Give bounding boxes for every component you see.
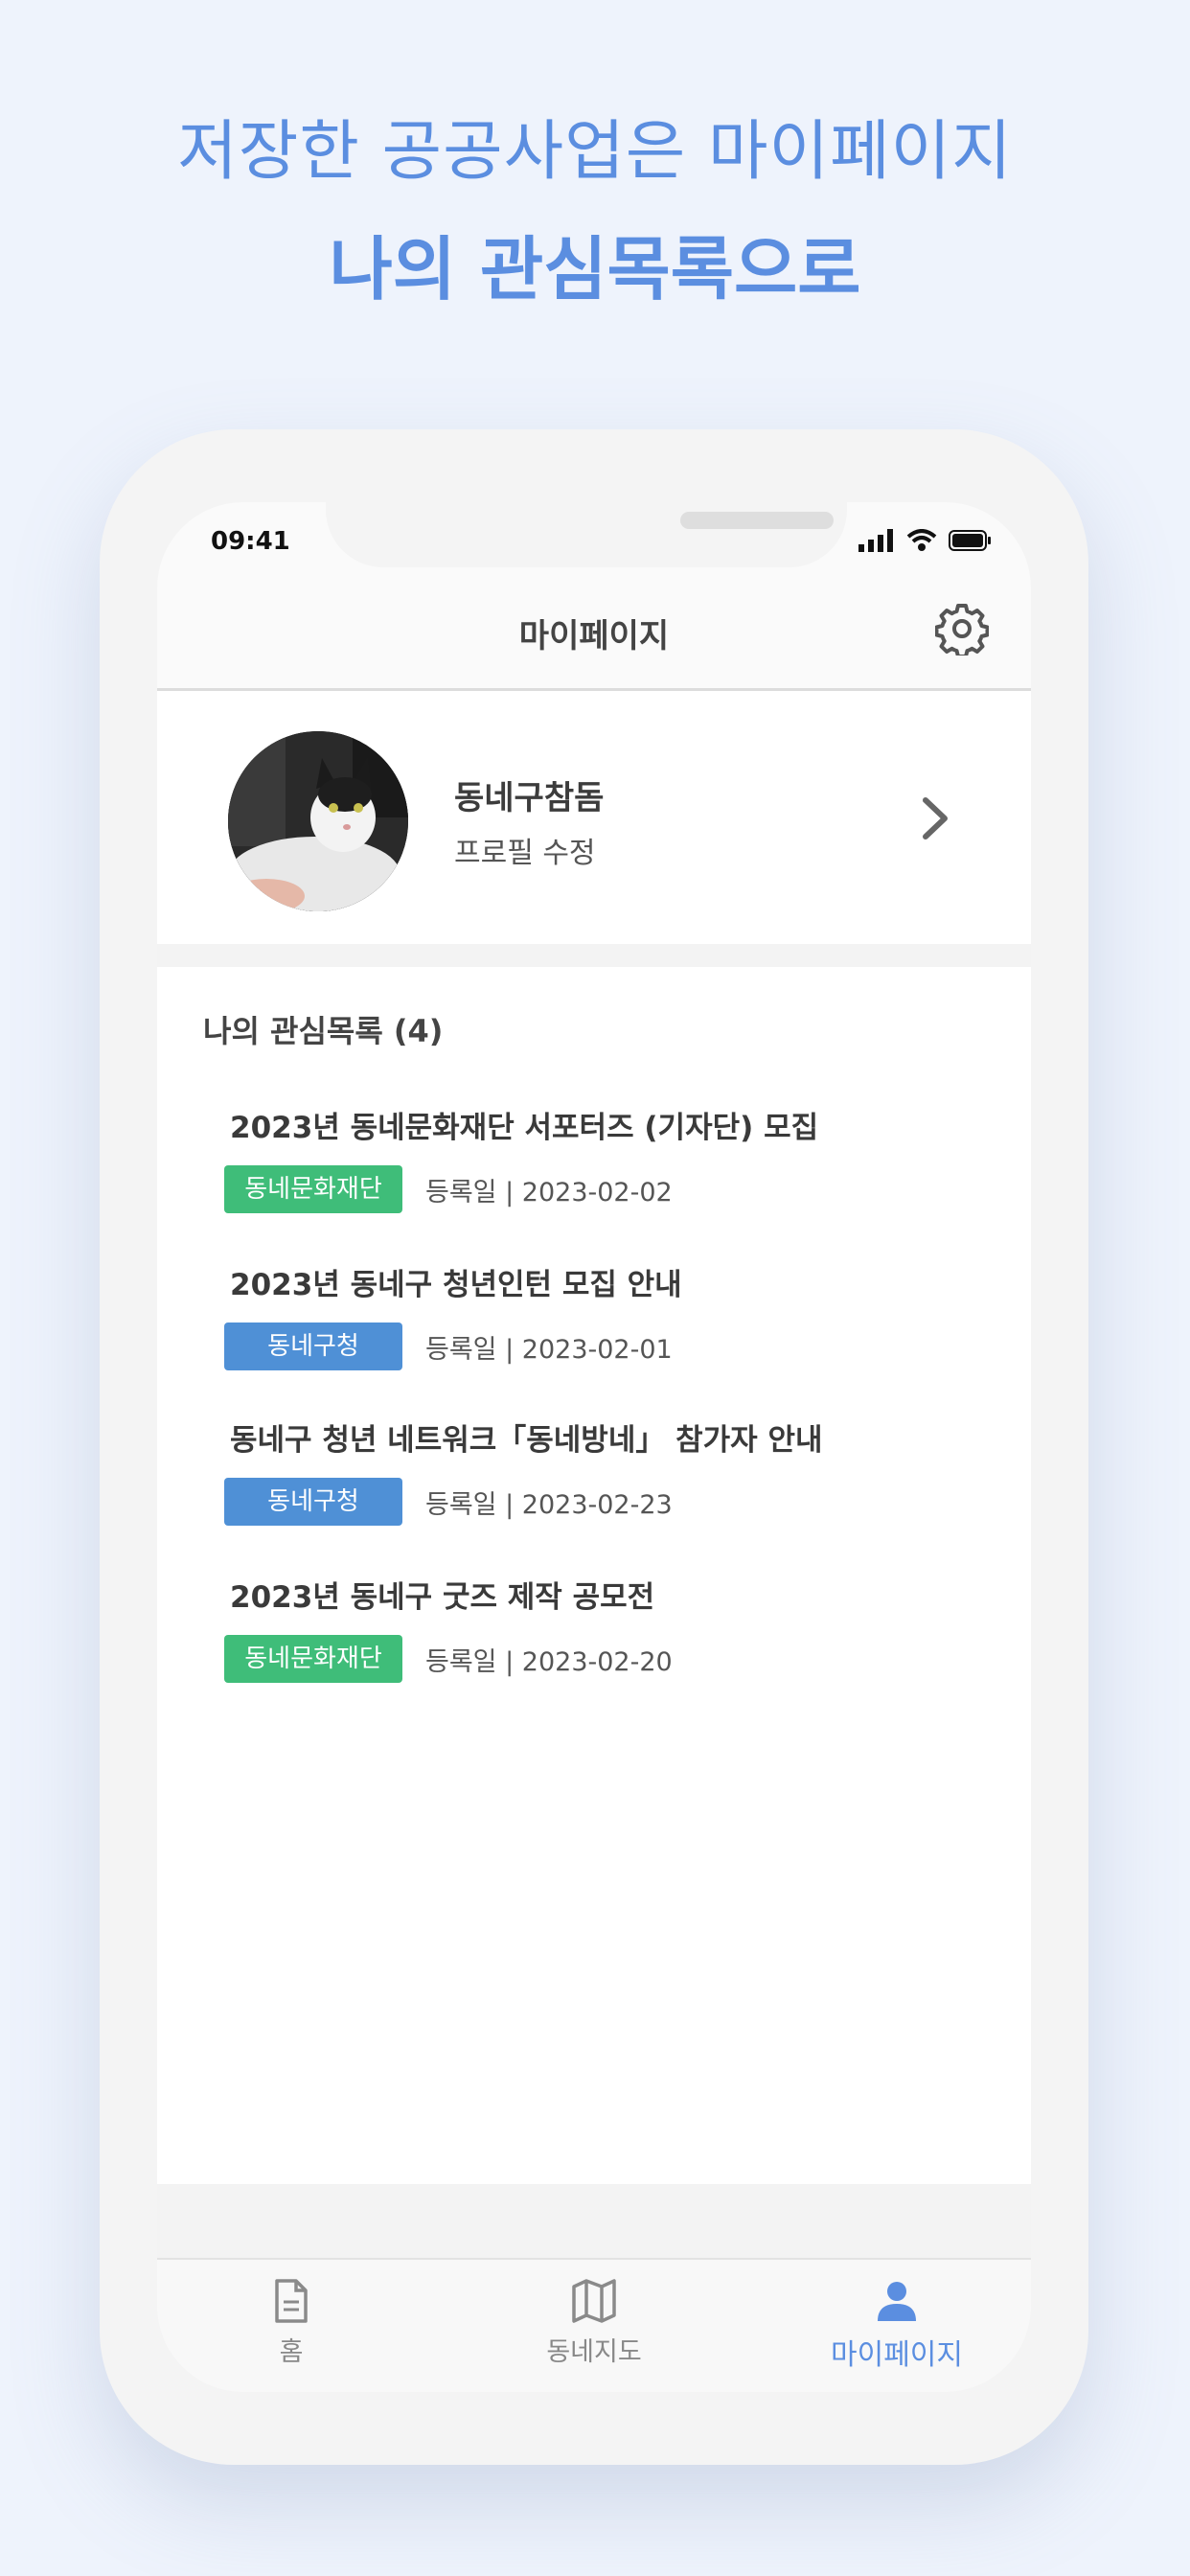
list-item[interactable]: 2023년 동네문화재단 서포터즈 (기자단) 모집 동네문화재단 등록일 | … [224, 1103, 991, 1213]
notch [326, 502, 847, 567]
item-date: 등록일 | 2023-02-01 [425, 1334, 673, 1365]
tab-label: 마이페이지 [831, 2338, 963, 2372]
person-icon [878, 2282, 916, 2321]
page-title: 마이페이지 [518, 617, 670, 656]
promo-headline-line2: 나의 관심목록으로 [329, 229, 861, 310]
category-badge: 동네문화재단 [224, 1165, 402, 1213]
profile-nickname: 동네구참돔 [454, 779, 605, 817]
wifi-icon [906, 529, 937, 551]
app-bar: 마이페이지 [157, 569, 1031, 691]
tab-mypage[interactable]: 마이페이지 [801, 2277, 993, 2373]
map-icon [572, 2279, 616, 2323]
category-badge: 동네구청 [224, 1478, 402, 1526]
battery-icon [949, 530, 991, 551]
item-title: 2023년 동네구 굿즈 제작 공모전 [230, 1580, 655, 1615]
promo-headline-line1: 저장한 공공사업은 마이페이지 [177, 114, 1013, 190]
item-date: 등록일 | 2023-02-02 [425, 1177, 673, 1208]
item-date: 등록일 | 2023-02-23 [425, 1489, 673, 1520]
category-badge: 동네구청 [224, 1322, 402, 1370]
document-icon [275, 2279, 308, 2323]
favorites-title: 나의 관심목록 (4) [203, 1013, 444, 1049]
favorites-section: 나의 관심목록 (4) 2023년 동네문화재단 서포터즈 (기자단) 모집 동… [157, 967, 1031, 2184]
item-date: 등록일 | 2023-02-20 [425, 1646, 673, 1677]
phone-frame: 09:41 마이페이지 동네구참돔 프로필 수정 나의 관심목록 (4) 202… [100, 429, 1088, 2465]
item-title: 동네구 청년 네트워크「동네방네」 참가자 안내 [230, 1423, 823, 1458]
status-icons [858, 529, 993, 552]
item-title: 2023년 동네문화재단 서포터즈 (기자단) 모집 [230, 1111, 819, 1145]
bottom-tab-bar: 홈 동네지도 마이페이지 [157, 2258, 1031, 2392]
profile-card[interactable]: 동네구참돔 프로필 수정 [157, 691, 1031, 944]
edit-profile-link[interactable]: 프로필 수정 [454, 829, 596, 871]
list-item[interactable]: 동네구 청년 네트워크「동네방네」 참가자 안내 동네구청 등록일 | 2023… [224, 1415, 991, 1526]
list-item[interactable]: 2023년 동네구 굿즈 제작 공모전 동네문화재단 등록일 | 2023-02… [224, 1573, 991, 1683]
status-time: 09:41 [211, 527, 290, 556]
speaker-grille [680, 512, 834, 529]
settings-gear-icon[interactable] [935, 602, 989, 656]
avatar [228, 731, 408, 911]
item-title: 2023년 동네구 청년인턴 모집 안내 [230, 1268, 682, 1302]
tab-label: 동네지도 [546, 2337, 642, 2367]
category-badge: 동네문화재단 [224, 1635, 402, 1683]
list-item[interactable]: 2023년 동네구 청년인턴 모집 안내 동네구청 등록일 | 2023-02-… [224, 1260, 991, 1370]
signal-icon [858, 529, 893, 552]
cat-avatar-image [228, 731, 408, 911]
tab-home[interactable]: 홈 [195, 2277, 387, 2368]
tab-neighborhood-map[interactable]: 동네지도 [498, 2277, 690, 2368]
tab-label: 홈 [279, 2337, 304, 2367]
chevron-right-icon[interactable] [916, 794, 954, 842]
phone-screen: 09:41 마이페이지 동네구참돔 프로필 수정 나의 관심목록 (4) 202… [157, 502, 1031, 2392]
